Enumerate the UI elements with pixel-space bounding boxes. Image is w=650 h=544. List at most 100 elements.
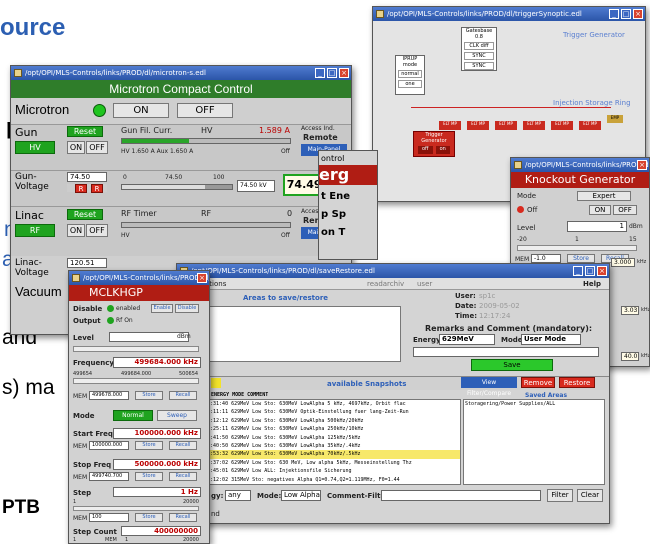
step-value[interactable]: 1 Hz: [113, 487, 201, 497]
linac-rf-button[interactable]: RF: [15, 224, 55, 237]
areas-list[interactable]: [201, 306, 401, 362]
linac-off-button[interactable]: OFF: [86, 224, 108, 237]
elt-block[interactable]: ELT MP: [523, 121, 545, 130]
filter-button[interactable]: Filter: [547, 489, 573, 502]
recall-button[interactable]: Recall: [169, 391, 197, 400]
filter-mode-select[interactable]: Low Alpha: [281, 490, 321, 501]
normal-mode-button[interactable]: Normal: [113, 410, 153, 421]
view-filter-button[interactable]: View Filter/Compare: [461, 377, 517, 397]
start-freq-value[interactable]: 100000.000 kHz: [113, 428, 201, 439]
expert-button[interactable]: Expert: [577, 191, 631, 201]
disable-button[interactable]: Disable: [175, 304, 199, 313]
close-icon[interactable]: ×: [633, 9, 643, 19]
microtron-titlebar[interactable]: /opt/OPI/MLS-Controls/links/PROD/dl/micr…: [11, 66, 351, 80]
restore-button[interactable]: Restore: [559, 377, 595, 388]
frequency-slider[interactable]: [73, 378, 199, 384]
table-row[interactable]: 16:45:01 629MeV Low ALL: Injektionsfile …: [204, 467, 460, 475]
table-row[interactable]: 17:53:32 629MeV Low Sto: 630MeV LowAlpha…: [204, 450, 460, 459]
snapshot-list[interactable]: 21:31:40 629MeV Low Sto: 630MeV LowAlpha…: [203, 399, 461, 485]
gun-voltage-input[interactable]: 74.50: [67, 172, 107, 182]
elt-block[interactable]: ELT MP: [551, 121, 573, 130]
filter-energy-select[interactable]: any: [225, 490, 251, 501]
gun-on-button[interactable]: ON: [67, 141, 85, 154]
trigger-off-button[interactable]: off: [418, 146, 433, 154]
step-slider[interactable]: [73, 506, 199, 511]
table-row[interactable]: 21:12:12 629MeV Low Sto: 630MeV LowAlpha…: [204, 417, 460, 425]
recall-button[interactable]: Recall: [169, 513, 197, 522]
gun-r2-button[interactable]: R: [91, 184, 103, 193]
synoptic-titlebar[interactable]: /opt/OPI/MLS-Controls/links/PROD/dl/trig…: [373, 7, 645, 21]
table-row[interactable]: 14:37:02 629MeV Low Sto: 630 MeV, Low al…: [204, 459, 460, 467]
step-count-value[interactable]: 400000000: [121, 526, 201, 536]
linac-reset-button[interactable]: Reset: [67, 209, 103, 220]
linac-voltage-input[interactable]: 120.51: [67, 258, 107, 268]
recall-button[interactable]: Recall: [169, 472, 197, 481]
stop-freq-value[interactable]: 500000.000 kHz: [113, 459, 201, 470]
level-unit: dBm: [177, 333, 191, 340]
maximize-icon[interactable]: □: [327, 68, 337, 78]
level-slider[interactable]: [517, 245, 637, 251]
minimize-icon[interactable]: _: [609, 9, 619, 19]
mode-select[interactable]: User Mode: [521, 334, 581, 345]
level-value[interactable]: 1: [567, 221, 627, 232]
maximize-icon[interactable]: □: [585, 266, 595, 276]
close-icon[interactable]: ×: [197, 273, 207, 283]
gun-reset-button[interactable]: Reset: [67, 126, 103, 137]
trigger-on-button[interactable]: on: [435, 146, 450, 154]
linac-on-button[interactable]: ON: [67, 224, 85, 237]
remarks-input[interactable]: [413, 347, 599, 357]
sweep-mode-button[interactable]: Sweep: [157, 410, 197, 421]
store-button[interactable]: Store: [135, 441, 163, 450]
archiver-titlebar[interactable]: /opt/OPI/MLS-Controls/links/PROD/dl/save…: [177, 264, 609, 278]
save-button[interactable]: Save: [471, 359, 553, 371]
mem-step[interactable]: 100: [89, 513, 129, 522]
level-slider[interactable]: [73, 346, 199, 352]
table-row[interactable]: 17:11:11 629MeV Low Sto: 630MeV Optik-Ei…: [204, 408, 460, 416]
store-button[interactable]: Store: [135, 391, 163, 400]
microtron-off-button[interactable]: OFF: [177, 103, 233, 118]
remove-button[interactable]: Remove: [521, 377, 555, 388]
knockout-off-button[interactable]: OFF: [613, 205, 637, 215]
table-row[interactable]: 17:40:50 629MeV Low Sto: 630MeV LowAlpha…: [204, 442, 460, 450]
mem-start[interactable]: 100000.000: [89, 441, 129, 450]
energy-select[interactable]: 629MeV: [439, 334, 495, 345]
clear-button[interactable]: Clear: [577, 489, 603, 502]
store-button[interactable]: Store: [135, 472, 163, 481]
emp-block[interactable]: EMP: [607, 115, 623, 123]
elt-block[interactable]: ELT MP: [439, 121, 461, 130]
gun-r-button[interactable]: R: [75, 184, 87, 193]
list-item[interactable]: Storagering/Power Supplies/ALL: [465, 401, 603, 407]
table-row[interactable]: 21:25:11 629MeV Low Sto: 630MeV LowAlpha…: [204, 425, 460, 433]
elt-block[interactable]: ELT MP: [495, 121, 517, 130]
elt-block[interactable]: ELT MP: [579, 121, 601, 130]
elt-block[interactable]: ELT MP: [467, 121, 489, 130]
highlight-icon: [211, 378, 221, 388]
microtron-on-button[interactable]: ON: [113, 103, 169, 118]
comment-filter-input[interactable]: [381, 490, 541, 501]
menu-help[interactable]: Help: [583, 280, 601, 288]
close-icon[interactable]: ×: [597, 266, 607, 276]
store-button[interactable]: Store: [567, 254, 595, 263]
enable-button[interactable]: Enable: [151, 304, 173, 313]
knockout-titlebar[interactable]: /opt/OPI/MLS-Controls/links/PROD/dl/knoc…: [511, 158, 649, 172]
mem-value[interactable]: -1.0: [531, 254, 561, 263]
table-row[interactable]: 21:31:40 629MeV Low Sto: 630MeV LowAlpha…: [204, 400, 460, 408]
tick-label: 499654: [73, 371, 93, 377]
maximize-icon[interactable]: □: [621, 9, 631, 19]
table-row[interactable]: 21:41:50 629MeV Low Sto: 630MeV LowAlpha…: [204, 434, 460, 442]
close-icon[interactable]: ×: [637, 160, 647, 170]
frequency-value[interactable]: 499684.000 kHz: [113, 357, 201, 368]
saved-areas-list[interactable]: Storagering/Power Supplies/ALL: [463, 399, 605, 485]
gun-off-button[interactable]: OFF: [86, 141, 108, 154]
table-row[interactable]: 17:12:02 315MeV Sto: negatives Alpha Q1=…: [204, 476, 460, 484]
close-icon[interactable]: ×: [339, 68, 349, 78]
recall-button[interactable]: Recall: [169, 441, 197, 450]
gun-hv-button[interactable]: HV: [15, 141, 55, 154]
knockout-on-button[interactable]: ON: [589, 205, 611, 215]
minimize-icon[interactable]: _: [315, 68, 325, 78]
mem-stop[interactable]: 499740.700: [89, 472, 129, 481]
mclkhgp-titlebar[interactable]: /opt/OPI/MLS-Controls/links/PROD/dl/ ×: [69, 271, 209, 285]
minimize-icon[interactable]: _: [573, 266, 583, 276]
mem-frequency[interactable]: 499678.000: [89, 391, 129, 400]
store-button[interactable]: Store: [135, 513, 163, 522]
